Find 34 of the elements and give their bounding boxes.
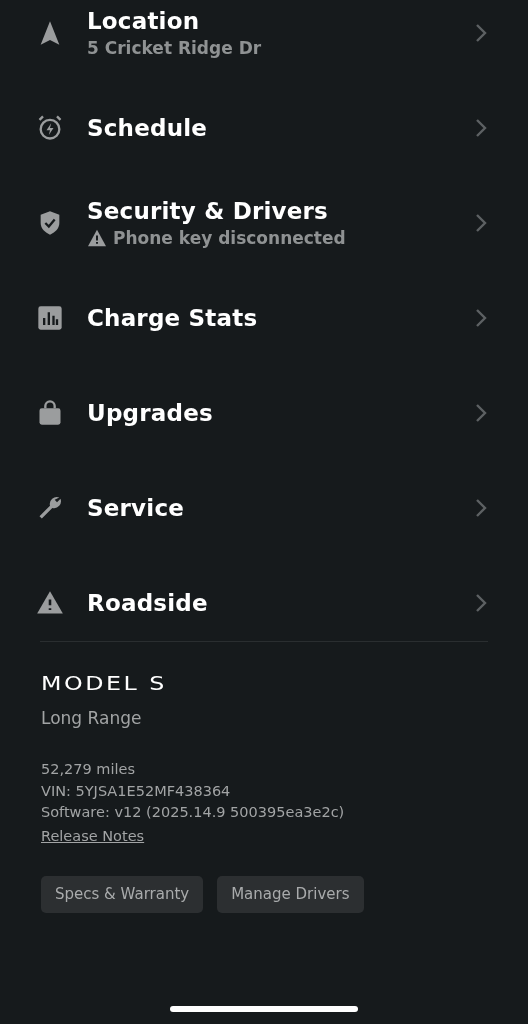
trim-label: Long Range [41,708,143,728]
menu-subtitle: 5 Cricket Ridge Dr [87,37,262,58]
chevron-icon [474,306,488,329]
menu-item[interactable]: Location 5 Cricket Ridge Dr [0,0,528,80]
vehicle-detail: 52,279 miles [41,760,136,779]
menu-title: Upgrades [87,399,214,426]
menu-subtitle: Phone key disconnected [113,227,346,248]
menu-item[interactable]: Service [0,460,528,555]
action-button[interactable]: Specs & Warranty [41,875,204,913]
chevron-icon [474,496,488,519]
chevron-icon [474,591,488,614]
menu-title: Location [87,7,201,34]
bar-chart-icon [36,303,64,332]
menu-title: Security & Drivers [87,197,329,224]
menu-item[interactable]: Roadside [0,555,528,650]
release-notes-link[interactable]: Release Notes [41,823,145,848]
alarm-clock-icon [36,113,64,142]
chevron-icon [474,21,488,44]
menu-item[interactable]: Security & Drivers Phone key disconnected [0,175,528,270]
chevron-icon [474,211,488,234]
action-button[interactable]: Manage Drivers [217,875,364,913]
menu-title: Service [87,494,186,521]
vehicle-detail: VIN: 5YJSA1E52MF438364 [41,781,232,801]
menu-item[interactable]: Charge Stats [0,270,528,365]
menu-title: Roadside [87,589,209,616]
chevron-icon [474,401,488,424]
menu-title: Charge Stats [87,304,259,331]
chevron-icon [474,116,488,139]
vehicle-detail: Software: v12 (2025.14.9 500395ea3e2c) [41,803,346,822]
model-logo: MODEL S [41,672,167,694]
menu-title: Schedule [87,114,209,141]
menu-item[interactable]: Schedule [0,80,528,175]
home-indicator[interactable] [170,1006,358,1012]
menu-item[interactable]: Upgrades [0,365,528,460]
